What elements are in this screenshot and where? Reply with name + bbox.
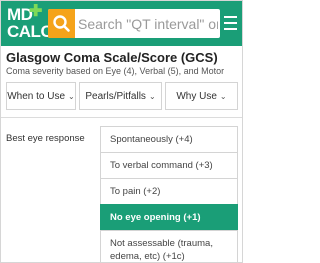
option-spontaneously[interactable]: Spontaneously (+4) <box>100 126 238 153</box>
chevron-down-icon: ⌄ <box>148 91 156 101</box>
tab-label: When to Use <box>7 90 66 102</box>
option-no-eye-opening[interactable]: No eye opening (+1) <box>100 204 238 231</box>
tab-label: Pearls/Pitfalls <box>85 90 146 102</box>
top-navbar: MD ✚ CALC <box>1 1 242 46</box>
tab-label: Why Use <box>176 90 217 102</box>
option-label: Not assessable (trauma, edema, etc) (+1c… <box>110 238 213 262</box>
menu-icon-bar <box>224 28 237 30</box>
tab-pearls-pitfalls[interactable]: Pearls/Pitfalls ⌄ <box>79 82 162 110</box>
search-icon <box>53 15 70 32</box>
option-label: To verbal command (+3) <box>110 160 213 171</box>
menu-icon-bar <box>224 22 237 24</box>
page-title: Glasgow Coma Scale/Score (GCS) <box>6 50 218 65</box>
tab-when-to-use[interactable]: When to Use ⌄ <box>6 82 76 110</box>
option-to-pain[interactable]: To pain (+2) <box>100 178 238 205</box>
page-subtitle: Coma severity based on Eye (4), Verbal (… <box>6 66 225 76</box>
section-divider <box>1 117 242 118</box>
option-label: No eye opening (+1) <box>110 212 201 223</box>
eye-response-options: Spontaneously (+4) To verbal command (+3… <box>100 126 238 262</box>
search-input[interactable] <box>78 9 218 38</box>
logo-plus-icon: ✚ <box>29 3 43 20</box>
search-box <box>48 9 220 38</box>
option-label: To pain (+2) <box>110 186 161 197</box>
question-label: Best eye response <box>6 133 85 144</box>
menu-button[interactable] <box>224 14 238 32</box>
option-to-verbal-command[interactable]: To verbal command (+3) <box>100 152 238 179</box>
menu-icon <box>224 16 237 18</box>
info-tabs: When to Use ⌄ Pearls/Pitfalls ⌄ Why Use ⌄ <box>6 82 238 110</box>
option-not-assessable[interactable]: Not assessable (trauma, edema, etc) (+1c… <box>100 230 238 262</box>
chevron-down-icon: ⌄ <box>68 91 75 101</box>
option-label: Spontaneously (+4) <box>110 134 193 145</box>
logo-text-calc: CALC <box>7 22 53 41</box>
mdcalc-logo[interactable]: MD ✚ CALC <box>7 3 53 42</box>
search-button[interactable] <box>48 9 75 38</box>
app-frame: MD ✚ CALC Glasgow Coma Scale/Score (GCS)… <box>0 0 243 263</box>
tab-why-use[interactable]: Why Use ⌄ <box>165 82 238 110</box>
chevron-down-icon: ⌄ <box>219 91 227 101</box>
